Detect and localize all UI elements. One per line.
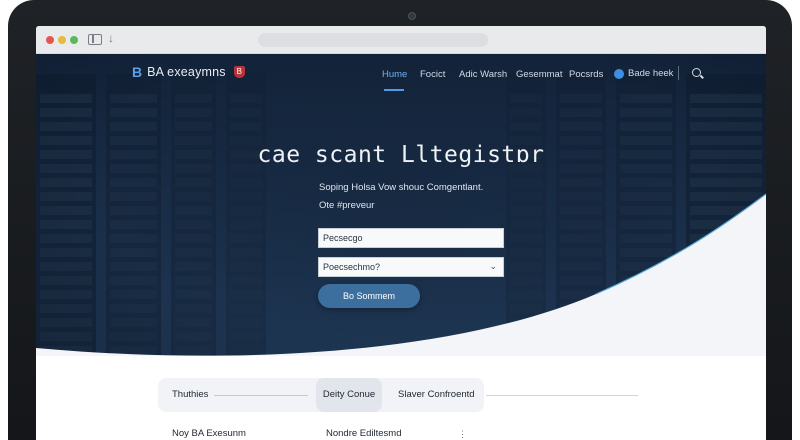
sidebar-toggle-icon[interactable] bbox=[88, 34, 102, 45]
tab-bar: Thuthies Deity Conue Slaver Confroentd bbox=[158, 378, 484, 412]
search-icon[interactable] bbox=[692, 68, 701, 77]
list-item-right[interactable]: Nondre Ediltesmd bbox=[326, 428, 402, 439]
hero-headline: cae scant Lltegistɒr bbox=[257, 142, 545, 168]
tab-2-active[interactable]: Deity Conue bbox=[316, 378, 382, 412]
window-maximize-button[interactable] bbox=[70, 36, 78, 44]
hero-wave-chart bbox=[36, 193, 766, 366]
nav-active-underline bbox=[384, 89, 404, 91]
content-section: Thuthies Deity Conue Slaver Confroentd N… bbox=[36, 356, 766, 440]
webcam-icon bbox=[408, 12, 416, 20]
nav-divider bbox=[678, 66, 679, 80]
hero-wave-shape bbox=[36, 194, 766, 366]
window-close-button[interactable] bbox=[46, 36, 54, 44]
hero-subline-2: Ote #preveur bbox=[319, 200, 375, 211]
password-select-value: Poecsechmo? bbox=[323, 262, 381, 272]
submit-button[interactable]: Bo Sommem bbox=[318, 284, 420, 308]
brand-name: BA exeaymns bbox=[147, 65, 226, 79]
nav-cta-label: Bade heek bbox=[628, 68, 674, 79]
email-field[interactable]: Pecsecgo bbox=[318, 228, 504, 248]
nav-item-4[interactable]: Gesemmat bbox=[516, 69, 562, 80]
section-divider bbox=[486, 395, 638, 396]
nav-item-3[interactable]: Adic Warsh bbox=[459, 69, 507, 80]
laptop-screen: ↓ B BA exeaymns B Hume Focict Adic Warsh… bbox=[36, 26, 766, 440]
download-arrow-icon[interactable]: ↓ bbox=[108, 31, 114, 45]
tab-divider bbox=[214, 395, 308, 396]
more-options-icon[interactable]: ⋮ bbox=[458, 429, 467, 440]
nav-item-2[interactable]: Focict bbox=[420, 69, 445, 80]
password-select[interactable]: Poecsechmo? ⌄ bbox=[318, 257, 504, 277]
brand-logo[interactable]: B BA exeaymns B bbox=[132, 64, 245, 80]
window-minimize-button[interactable] bbox=[58, 36, 66, 44]
address-bar[interactable] bbox=[258, 33, 488, 47]
email-field-value: Pecsecgo bbox=[323, 233, 363, 243]
nav-cta-link[interactable]: Bade heek bbox=[614, 68, 673, 79]
shield-icon: B bbox=[233, 66, 245, 78]
browser-toolbar: ↓ bbox=[36, 26, 766, 54]
tab-3[interactable]: Slaver Confroentd bbox=[398, 378, 475, 412]
hero-subline: Soping Holsa Vow shouc Comgentlant. bbox=[319, 182, 484, 193]
hero-section bbox=[36, 54, 766, 366]
user-circle-icon bbox=[614, 68, 624, 79]
nav-item-5[interactable]: Pocsrds bbox=[569, 69, 603, 80]
brand-mark: B bbox=[132, 64, 143, 80]
nav-item-home[interactable]: Hume bbox=[382, 69, 407, 80]
chevron-down-icon: ⌄ bbox=[489, 261, 497, 271]
list-item-left[interactable]: Noy BA Exesunm bbox=[172, 428, 246, 439]
tab-1[interactable]: Thuthies bbox=[172, 378, 208, 412]
